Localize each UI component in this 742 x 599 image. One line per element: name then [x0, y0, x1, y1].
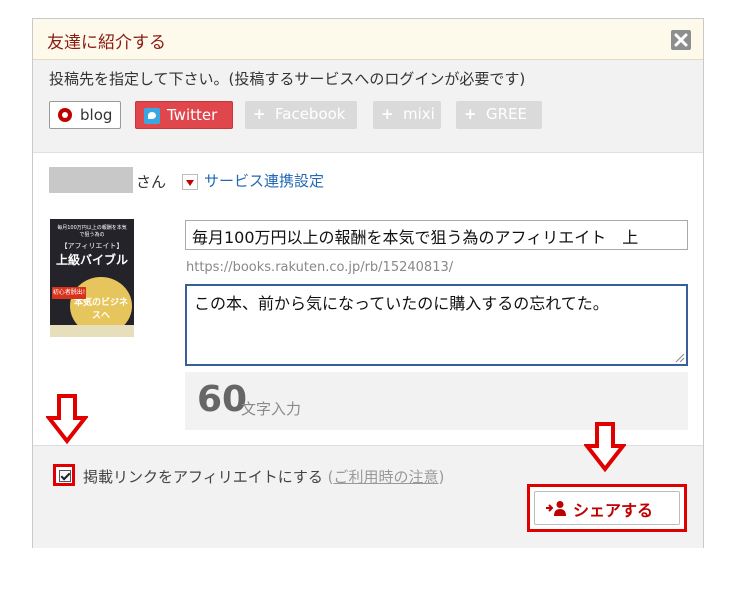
mixi-label: mixi — [403, 105, 435, 123]
share-label: シェアする — [573, 501, 654, 520]
gree-button[interactable]: + GREE — [456, 101, 542, 129]
share-button[interactable]: シェアする — [534, 491, 680, 525]
rakuten-blog-icon — [58, 108, 72, 122]
plus-icon: + — [253, 105, 266, 123]
user-name-redacted — [49, 167, 133, 193]
dialog-title: 友達に紹介する — [47, 33, 166, 53]
close-icon[interactable] — [671, 30, 691, 50]
plus-icon: + — [464, 105, 477, 123]
twitter-bird-icon — [144, 108, 160, 124]
resize-handle-icon[interactable] — [675, 353, 685, 363]
affiliate-checkbox[interactable] — [53, 464, 75, 486]
down-arrow-icon — [584, 422, 626, 472]
dropdown-arrow-icon[interactable] — [182, 174, 198, 190]
facebook-label: Facebook — [275, 105, 346, 123]
checkmark-icon — [59, 470, 71, 482]
character-count-label: 文字入力 — [241, 400, 302, 418]
book-title-field[interactable]: 毎月100万円以上の報酬を本気で狙う為のアフィリエイト 上 — [185, 220, 688, 250]
twitter-button[interactable]: Twitter — [135, 101, 233, 129]
character-count: 60 — [197, 379, 248, 420]
book-cover-footer — [50, 325, 134, 337]
mixi-button[interactable]: + mixi — [373, 101, 441, 129]
affiliate-checkbox-label: 掲載リンクをアフィリエイトにする (ご利用時の注意) — [83, 466, 444, 487]
book-cover-image: 毎月100万円以上の報酬を本気で狙う為の 【アフィリエイト】 上級バイブル 本気… — [50, 219, 134, 337]
service-selector: 投稿先を指定して下さい。(投稿するサービスへのログインが必要です) blog T… — [33, 60, 703, 153]
user-suffix: さん — [136, 173, 167, 191]
comment-textarea[interactable]: この本、前から気になっていたのに購入するの忘れてた。 — [185, 284, 688, 366]
service-settings-link[interactable]: サービス連携設定 — [204, 170, 324, 191]
affiliate-label-text: 掲載リンクをアフィリエイトにする — [83, 468, 323, 486]
gree-label: GREE — [486, 105, 528, 123]
blog-label: blog — [80, 106, 113, 124]
blog-button[interactable]: blog — [49, 101, 121, 129]
down-arrow-icon — [46, 394, 88, 444]
usage-notes-link[interactable]: ご利用時の注意 — [334, 468, 439, 486]
twitter-label: Twitter — [167, 106, 218, 124]
facebook-button[interactable]: + Facebook — [245, 101, 357, 129]
note-close-paren: ) — [438, 468, 445, 486]
book-cover-title: 上級バイブル — [55, 253, 128, 267]
dialog-titlebar: 友達に紹介する — [33, 19, 703, 60]
instruction-text: 投稿先を指定して下さい。(投稿するサービスへのログインが必要です) — [49, 70, 526, 88]
share-user-icon — [546, 501, 566, 516]
share-highlight: シェアする — [527, 484, 687, 532]
book-cover-tag: 初心者脱出! — [52, 287, 86, 299]
plus-icon: + — [381, 105, 394, 123]
book-cover-line1: 毎月100万円以上の報酬を本気で狙う為の — [57, 225, 127, 238]
book-url: https://books.rakuten.co.jp/rb/15240813/ — [186, 260, 454, 275]
book-cover-line2: 【アフィリエイト】 — [60, 242, 124, 250]
